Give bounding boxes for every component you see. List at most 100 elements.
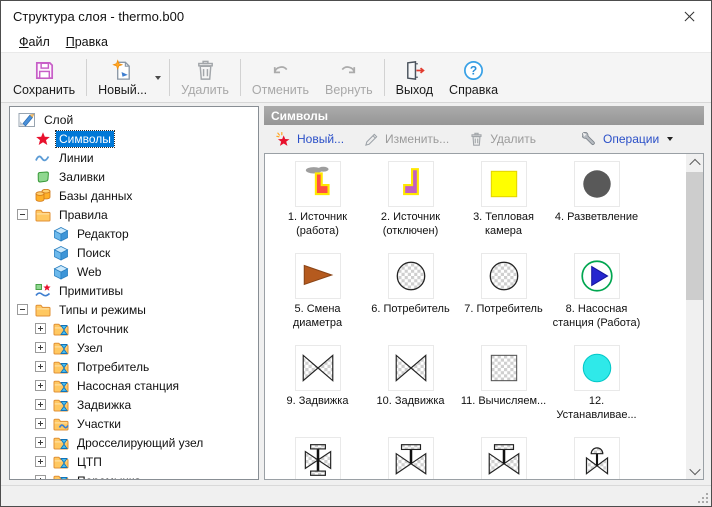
yellow-square-icon	[481, 161, 527, 207]
tree-item-editor[interactable]: Редактор	[10, 224, 258, 243]
symbols-list: 1. Источник (работа) 2. Источник (отключ…	[264, 153, 704, 480]
valve-dome-icon	[574, 437, 620, 479]
tree-item-pump-station[interactable]: Насосная станция	[10, 376, 258, 395]
tree-item-layer[interactable]: Слой	[10, 110, 258, 129]
folder-hourglass-icon	[53, 473, 69, 481]
folder-icon	[35, 302, 51, 318]
tree-item-jumper[interactable]: Перемычка	[10, 471, 258, 480]
tree-item-primitives[interactable]: Примитивы	[10, 281, 258, 300]
help-button[interactable]: Справка	[441, 54, 506, 101]
source-working-icon	[295, 161, 341, 207]
new-button[interactable]: Новый...	[90, 54, 155, 101]
new-star-icon	[276, 132, 291, 147]
symbols-panel-title: Символы	[271, 109, 328, 123]
symbol-item-6[interactable]: 6. Потребитель	[364, 253, 457, 345]
expand-icon[interactable]	[35, 380, 46, 391]
folder-hourglass-icon	[53, 340, 69, 356]
titlebar: Структура слоя - thermo.b00	[1, 1, 711, 31]
exit-button[interactable]: Выход	[388, 54, 441, 101]
symbol-item-14[interactable]	[364, 437, 457, 479]
symbol-item-12[interactable]: 12. Устанавливае...	[550, 345, 643, 437]
delete-button[interactable]: Удалить	[173, 54, 237, 101]
symbol-item-2[interactable]: 2. Источник (отключен)	[364, 161, 457, 253]
tree-item-web[interactable]: Web	[10, 262, 258, 281]
symbol-item-15[interactable]	[457, 437, 550, 479]
exit-door-icon	[403, 59, 426, 82]
folder-hourglass-icon	[53, 321, 69, 337]
expand-icon[interactable]	[35, 361, 46, 372]
tree-item-search[interactable]: Поиск	[10, 243, 258, 262]
close-icon	[684, 11, 695, 22]
symbol-item-8[interactable]: 8. Насосная станция (Работа)	[550, 253, 643, 345]
toolbar-separator	[86, 59, 87, 96]
symbol-delete-button[interactable]: Удалить	[460, 130, 545, 149]
close-button[interactable]	[667, 1, 711, 31]
source-off-icon	[388, 161, 434, 207]
undo-button[interactable]: Отменить	[244, 54, 317, 101]
expand-icon[interactable]	[35, 399, 46, 410]
help-icon	[462, 59, 485, 82]
expand-icon[interactable]	[35, 475, 46, 480]
trash-icon	[194, 59, 217, 82]
symbol-item-16[interactable]	[550, 437, 643, 479]
menu-edit[interactable]: Правка	[60, 34, 114, 50]
symbol-operations-button[interactable]: Операции	[573, 130, 682, 149]
vertical-scrollbar[interactable]	[686, 154, 703, 479]
symbols-panel: Символы Новый... Изменить... Удалить О	[264, 106, 704, 480]
expand-icon[interactable]	[35, 437, 46, 448]
tree-item-fills[interactable]: Заливки	[10, 167, 258, 186]
symbol-new-button[interactable]: Новый...	[267, 130, 353, 149]
pump-working-icon	[574, 253, 620, 299]
symbol-item-10[interactable]: 10. Задвижка	[364, 345, 457, 437]
expand-icon[interactable]	[35, 418, 46, 429]
new-dropdown-button[interactable]	[155, 54, 166, 101]
folder-hourglass-icon	[53, 435, 69, 451]
scrollbar-track[interactable]	[686, 171, 703, 462]
scroll-up-button[interactable]	[686, 154, 703, 171]
tree-item-types-modes[interactable]: Типы и режимы	[10, 300, 258, 319]
redo-arrow-icon	[337, 59, 360, 82]
symbol-edit-button[interactable]: Изменить...	[355, 130, 458, 149]
tree-item-node[interactable]: Узел	[10, 338, 258, 357]
symbol-item-7[interactable]: 7. Потребитель	[457, 253, 550, 345]
tree-item-throttle-node[interactable]: Дросселирующий узел	[10, 433, 258, 452]
wrench-icon	[582, 132, 597, 147]
valve-tee-icon	[388, 437, 434, 479]
valve-bowtie-icon	[295, 345, 341, 391]
symbol-item-4[interactable]: 4. Разветвление	[550, 161, 643, 253]
symbol-item-1[interactable]: 1. Источник (работа)	[271, 161, 364, 253]
save-floppy-icon	[33, 59, 56, 82]
tree-item-ctp[interactable]: ЦТП	[10, 452, 258, 471]
symbol-item-3[interactable]: 3. Тепловая камера	[457, 161, 550, 253]
folder-hourglass-icon	[53, 378, 69, 394]
symbol-item-5[interactable]: 5. Смена диаметра	[271, 253, 364, 345]
redo-button[interactable]: Вернуть	[317, 54, 381, 101]
tree-item-symbols[interactable]: Символы	[10, 129, 258, 148]
tree-item-source[interactable]: Источник	[10, 319, 258, 338]
scroll-down-button[interactable]	[686, 462, 703, 479]
expand-icon[interactable]	[35, 342, 46, 353]
checker-square-icon	[481, 345, 527, 391]
gray-circle-icon	[574, 161, 620, 207]
expand-icon[interactable]	[35, 456, 46, 467]
symbol-item-11[interactable]: 11. Вычисляем...	[457, 345, 550, 437]
symbols-toolbar: Новый... Изменить... Удалить Операции	[264, 125, 704, 153]
tree-item-valve[interactable]: Задвижка	[10, 395, 258, 414]
expand-icon[interactable]	[35, 323, 46, 334]
tree-item-consumer[interactable]: Потребитель	[10, 357, 258, 376]
window-title: Структура слоя - thermo.b00	[1, 9, 667, 24]
scrollbar-thumb[interactable]	[686, 172, 703, 300]
collapse-icon[interactable]	[17, 304, 28, 315]
symbol-item-9[interactable]: 9. Задвижка	[271, 345, 364, 437]
save-button[interactable]: Сохранить	[5, 54, 83, 101]
tree-item-databases[interactable]: Базы данных	[10, 186, 258, 205]
symbol-item-13[interactable]	[271, 437, 364, 479]
collapse-icon[interactable]	[17, 209, 28, 220]
menu-file[interactable]: Файл	[13, 34, 56, 50]
checker-circle-icon	[481, 253, 527, 299]
tree-item-sections[interactable]: Участки	[10, 414, 258, 433]
resize-grip[interactable]	[698, 493, 708, 503]
red-star-icon	[35, 131, 51, 147]
tree-item-rules[interactable]: Правила	[10, 205, 258, 224]
tree-item-lines[interactable]: Линии	[10, 148, 258, 167]
